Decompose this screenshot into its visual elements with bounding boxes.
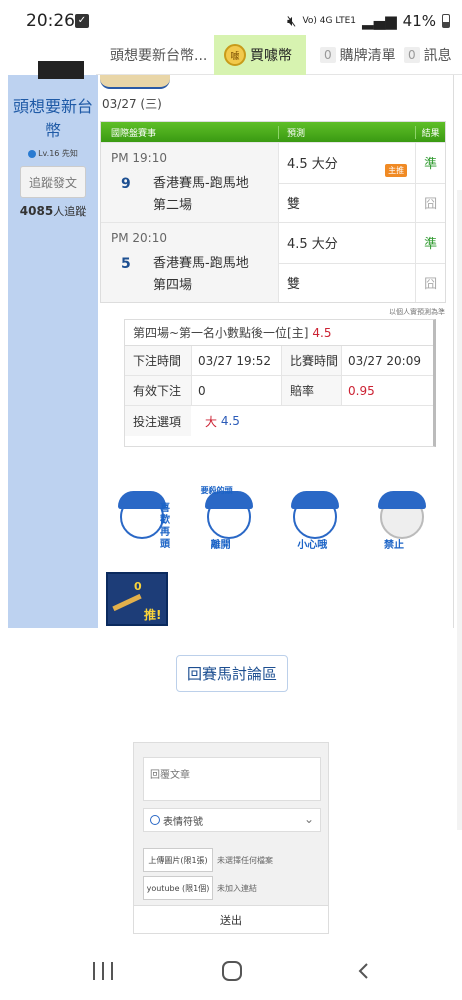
- sticker-careful[interactable]: 小心哦: [281, 485, 351, 553]
- order-time: 03/27 19:52: [191, 346, 281, 375]
- follow-button[interactable]: 追蹤發文: [20, 166, 86, 198]
- header-prediction: 預測: [277, 125, 415, 139]
- message-count-badge: 0: [404, 47, 420, 63]
- mascot-image: [100, 75, 170, 89]
- push-button[interactable]: 0 推!: [106, 572, 168, 626]
- system-nav-bar: [0, 940, 462, 1000]
- bet-valid-row: 有效下注 0 賠率 0.95: [125, 376, 433, 406]
- game-number: 9: [121, 176, 131, 192]
- header-result: 結果: [415, 125, 445, 139]
- table-row: PM 20:10 5 香港賽馬-跑馬地 第四場 4.5 大分 雙 準 囧: [101, 222, 445, 302]
- valid-bet: 0: [191, 376, 281, 405]
- result-primary: 準: [424, 157, 438, 173]
- battery-percent: 41%: [402, 12, 436, 30]
- bet-option: 大 4.5: [205, 414, 240, 429]
- tab-profile-title[interactable]: 頭想要新台幣...: [96, 35, 214, 75]
- cart-count-badge: 0: [320, 47, 336, 63]
- table-row: PM 19:10 9 香港賽馬-跑馬地 第二場 4.5 大分 主推 雙 準 囧: [101, 142, 445, 222]
- game-time: PM 20:10: [111, 231, 167, 245]
- avatar[interactable]: [38, 61, 84, 79]
- push-label: 推!: [144, 608, 162, 622]
- profile-name[interactable]: 頭想要新台幣: [12, 95, 94, 143]
- status-time: 20:26: [26, 11, 75, 31]
- emoji-select[interactable]: 表情符號 ⌄: [143, 808, 321, 832]
- youtube-row: youtube (限1個) 未加入連結: [143, 875, 321, 901]
- match-time: 03/27 20:09: [341, 346, 433, 375]
- game-name: 香港賽馬-跑馬地 第四場: [153, 256, 249, 293]
- bet-time-row: 下注時間 03/27 19:52 比賽時間 03/27 20:09: [125, 346, 433, 376]
- youtube-status: 未加入連結: [217, 883, 257, 893]
- prediction-primary: 4.5 大分: [286, 237, 338, 253]
- battery-icon: [442, 14, 450, 28]
- post-content: 03/27 (三) 國際盤賽事 預測 結果 PM 19:10 9 香港賽馬-跑馬…: [98, 75, 454, 628]
- bet-option-row: 投注選項 大 4.5: [125, 406, 433, 436]
- recent-apps-icon[interactable]: [93, 962, 113, 980]
- tab-messages[interactable]: 0 訊息: [396, 35, 462, 75]
- youtube-button[interactable]: youtube (限1個): [143, 876, 213, 900]
- status-icons: 🔇︎ Vo) 4G LTE1 ▂▄▆ 41%: [287, 12, 450, 30]
- home-icon[interactable]: [222, 961, 242, 981]
- prediction-note: 以個人實預測為準: [389, 308, 445, 316]
- level-icon: [28, 149, 37, 158]
- game-name: 香港賽馬-跑馬地 第二場: [153, 176, 249, 213]
- main-pick-badge: 主推: [385, 163, 408, 177]
- result-secondary: 囧: [416, 262, 445, 303]
- bet-detail-box: 第四場~第一名小數點後一位[主] 4.5 下注時間 03/27 19:52 比賽時…: [124, 319, 436, 447]
- signal-label: Vo) 4G LTE1: [302, 15, 357, 26]
- status-bar: 20:26 ✓ 🔇︎ Vo) 4G LTE1 ▂▄▆ 41%: [0, 0, 462, 40]
- odds-value: 0.95: [341, 376, 433, 405]
- coin-icon: 噱: [224, 44, 246, 66]
- upload-image-button[interactable]: 上傳圖片(限1張): [143, 848, 213, 872]
- prediction-table: 國際盤賽事 預測 結果 PM 19:10 9 香港賽馬-跑馬地 第二場 4.5 大…: [100, 121, 446, 303]
- bat-icon: [112, 593, 142, 612]
- top-tab-bar: 頭想要新台幣... 噱 買噱幣 0 購牌清單 0 訊息: [96, 35, 462, 75]
- smile-icon: [150, 815, 160, 825]
- upload-row: 上傳圖片(限1張) 未選擇任何檔案: [143, 847, 321, 873]
- sticker-like[interactable]: 喜歡再頭: [108, 485, 178, 553]
- back-icon[interactable]: [355, 962, 373, 980]
- tab-buy-coins[interactable]: 噱 買噱幣: [214, 35, 306, 75]
- prediction-secondary: 雙: [278, 262, 416, 303]
- result-secondary: 囧: [416, 182, 445, 223]
- bet-title: 第四場~第一名小數點後一位[主] 4.5: [125, 320, 433, 346]
- prediction-primary: 4.5 大分 主推: [279, 143, 415, 183]
- scrollbar[interactable]: [457, 190, 462, 830]
- mute-icon: 🔇︎: [287, 12, 297, 30]
- push-count: 0: [134, 580, 142, 593]
- tab-cart-label: 購牌清單: [339, 48, 396, 64]
- header-event: 國際盤賽事: [111, 128, 157, 139]
- reply-form: 表情符號 ⌄ 上傳圖片(限1張) 未選擇任何檔案 youtube (限1個) 未…: [133, 742, 329, 934]
- sticker-row: 喜歡再頭 要殺的頭 離開 小心哦 禁止: [108, 485, 438, 557]
- sticker-forbidden[interactable]: 禁止: [368, 485, 438, 553]
- reply-textarea[interactable]: [143, 757, 321, 801]
- follower-count: 4085人追蹤: [19, 204, 87, 218]
- game-time: PM 19:10: [111, 151, 167, 165]
- table-header: 國際盤賽事 預測 結果: [101, 122, 445, 142]
- upload-status: 未選擇任何檔案: [217, 855, 273, 865]
- notification-check-icon: ✓: [75, 14, 89, 28]
- tab-cart[interactable]: 0 購牌清單: [306, 35, 396, 75]
- game-number: 5: [121, 256, 131, 272]
- chevron-down-icon: ⌄: [303, 812, 314, 826]
- post-date: 03/27 (三): [102, 97, 162, 111]
- tab-buy-coins-label: 買噱幣: [250, 48, 292, 64]
- prediction-secondary: 雙: [278, 182, 416, 223]
- back-to-forum-button[interactable]: 回賽馬討論區: [176, 655, 288, 692]
- tab-messages-label: 訊息: [423, 48, 452, 64]
- sticker-leave[interactable]: 要殺的頭 離開: [195, 485, 265, 553]
- profile-sidebar: 頭想要新台幣 Lv.16 先知 追蹤發文 4085人追蹤: [8, 61, 98, 628]
- result-primary: 準: [424, 237, 438, 253]
- profile-level: Lv.16 先知: [18, 148, 88, 159]
- signal-icon: ▂▄▆: [362, 12, 397, 30]
- submit-button[interactable]: 送出: [134, 905, 328, 933]
